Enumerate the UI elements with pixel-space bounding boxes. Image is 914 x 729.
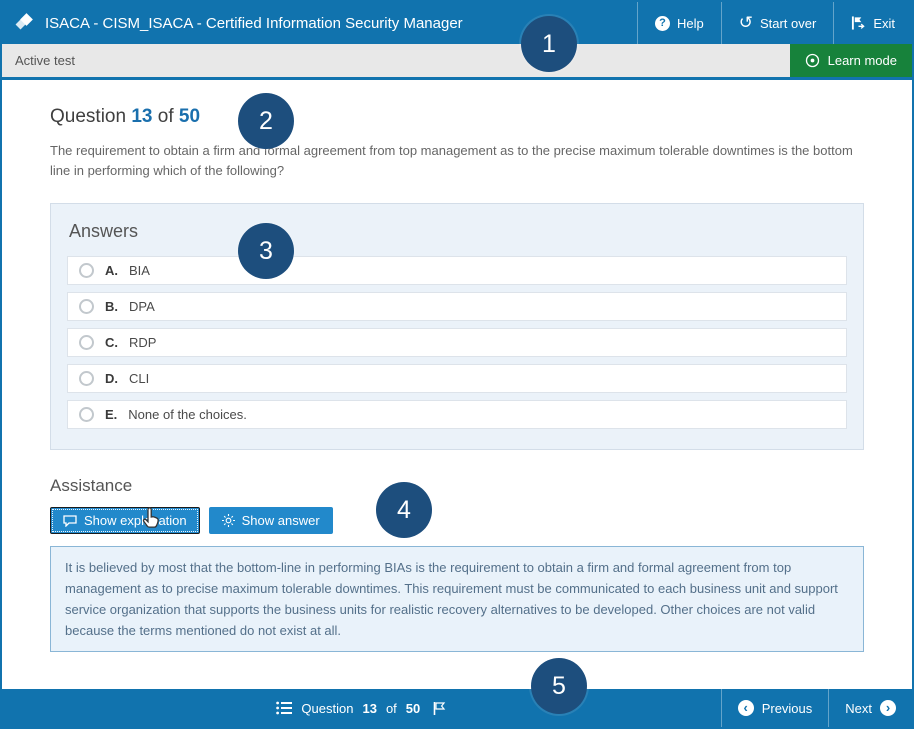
flag-question-icon[interactable]: [433, 701, 446, 716]
answer-letter: A.: [105, 263, 118, 278]
footer-of-word: of: [386, 701, 397, 716]
isaca-logo-icon: [15, 13, 35, 33]
next-button[interactable]: Next ›: [828, 689, 912, 727]
previous-button[interactable]: ‹ Previous: [721, 689, 829, 727]
answer-letter: D.: [105, 371, 118, 386]
help-icon: ?: [655, 16, 670, 31]
footer-bar: Question 13 of 50 ‹ Previous Next ›: [2, 689, 912, 727]
footer-question-total: 50: [406, 701, 420, 716]
exit-button[interactable]: Exit: [833, 2, 912, 44]
speech-bubble-icon: [63, 515, 77, 527]
question-heading: Question 13 of 50: [50, 106, 864, 128]
assistance-buttons: Show explanation Show answer: [50, 507, 864, 534]
question-total: 50: [179, 106, 200, 127]
active-test-label: Active test: [2, 44, 790, 77]
question-list-icon[interactable]: [276, 701, 292, 715]
lightbulb-icon: [222, 514, 235, 527]
explanation-panel: It is believed by most that the bottom-l…: [50, 546, 864, 652]
answer-text: RDP: [129, 335, 156, 350]
header-bar: ISACA - CISM_ISACA - Certified Informati…: [2, 2, 912, 44]
radio-button[interactable]: [79, 371, 94, 386]
radio-button[interactable]: [79, 407, 94, 422]
radio-button[interactable]: [79, 263, 94, 278]
answer-text: DPA: [129, 299, 155, 314]
radio-button[interactable]: [79, 299, 94, 314]
answer-option-d[interactable]: D. CLI: [67, 364, 847, 393]
answer-option-a[interactable]: A. BIA: [67, 256, 847, 285]
start-over-label: Start over: [760, 16, 816, 31]
next-label: Next: [845, 701, 872, 716]
assistance-heading: Assistance: [50, 476, 864, 496]
exit-label: Exit: [873, 16, 895, 31]
answer-letter: B.: [105, 299, 118, 314]
help-button[interactable]: ? Help: [637, 2, 721, 44]
answer-text: None of the choices.: [128, 407, 247, 422]
answer-option-b[interactable]: B. DPA: [67, 292, 847, 321]
annotation-badge-3: 3: [238, 223, 294, 279]
answer-option-c[interactable]: C. RDP: [67, 328, 847, 357]
show-answer-button[interactable]: Show answer: [209, 507, 333, 534]
answers-heading: Answers: [69, 221, 847, 242]
show-explanation-button[interactable]: Show explanation: [50, 507, 200, 534]
learn-mode-button[interactable]: Learn mode: [790, 44, 912, 77]
start-over-icon: ↺: [739, 14, 753, 31]
answers-panel: Answers A. BIA B. DPA C. RDP D. CLI: [50, 203, 864, 450]
application-window: ISACA - CISM_ISACA - Certified Informati…: [0, 0, 914, 729]
question-number: 13: [131, 106, 152, 127]
help-label: Help: [677, 16, 704, 31]
show-answer-label: Show answer: [242, 513, 320, 528]
annotation-badge-5: 5: [531, 658, 587, 714]
answer-text: CLI: [129, 371, 149, 386]
radio-button[interactable]: [79, 335, 94, 350]
show-explanation-label: Show explanation: [84, 513, 187, 528]
previous-label: Previous: [762, 701, 813, 716]
learn-mode-label: Learn mode: [828, 53, 897, 68]
next-arrow-icon: ›: [880, 700, 896, 716]
app-title: ISACA - CISM_ISACA - Certified Informati…: [45, 15, 463, 32]
answer-text: BIA: [129, 263, 150, 278]
annotation-badge-4: 4: [376, 482, 432, 538]
exit-icon: [851, 16, 866, 30]
start-over-button[interactable]: ↺ Start over: [721, 2, 834, 44]
answer-option-e[interactable]: E. None of the choices.: [67, 400, 847, 429]
hand-cursor-icon: [139, 505, 161, 536]
learn-mode-icon: [805, 53, 820, 68]
footer-question-word: Question: [301, 701, 353, 716]
previous-arrow-icon: ‹: [738, 700, 754, 716]
answer-letter: C.: [105, 335, 118, 350]
main-content: Question 13 of 50 The requirement to obt…: [2, 80, 912, 652]
footer-question-number: 13: [362, 701, 376, 716]
question-of-word: of: [158, 106, 174, 127]
subheader-bar: Active test Learn mode: [2, 44, 912, 80]
footer-question-status: Question 13 of 50: [2, 689, 721, 727]
answer-letter: E.: [105, 407, 117, 422]
question-text: The requirement to obtain a firm and for…: [50, 141, 864, 181]
question-word: Question: [50, 106, 126, 127]
annotation-badge-2: 2: [238, 93, 294, 149]
annotation-badge-1: 1: [521, 16, 577, 72]
